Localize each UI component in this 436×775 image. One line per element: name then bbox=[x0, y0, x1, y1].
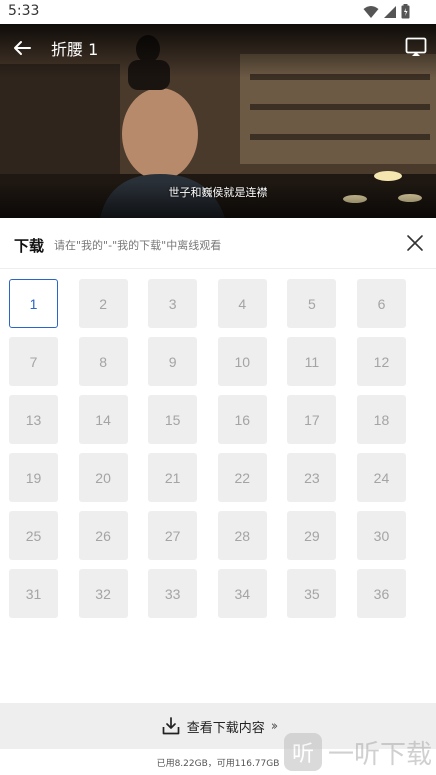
battery-icon bbox=[401, 4, 410, 19]
episode-button-21[interactable]: 21 bbox=[148, 453, 198, 502]
arrow-left-icon[interactable] bbox=[10, 36, 34, 60]
download-panel-title: 下载 bbox=[14, 237, 45, 255]
close-icon[interactable] bbox=[406, 234, 424, 252]
episode-button-1[interactable]: 1 bbox=[9, 279, 58, 328]
episode-button-8[interactable]: 8 bbox=[78, 337, 128, 386]
episode-button-28[interactable]: 28 bbox=[217, 511, 267, 560]
status-icons bbox=[363, 4, 410, 19]
video-player[interactable]: 折腰 1 世子和巍侯就是连襟 bbox=[0, 24, 436, 218]
video-subtitle: 世子和巍侯就是连襟 bbox=[168, 186, 268, 199]
cast-screen-icon[interactable] bbox=[404, 35, 428, 59]
watermark: 听 一听下载 bbox=[283, 733, 432, 771]
video-title: 折腰 1 bbox=[51, 40, 99, 59]
episode-button-29[interactable]: 29 bbox=[287, 511, 337, 560]
status-bar: 5:33 bbox=[0, 0, 436, 24]
download-panel-header: 下载 请在"我的"-"我的下载"中离线观看 bbox=[0, 218, 436, 269]
episode-button-27[interactable]: 27 bbox=[148, 511, 198, 560]
episode-button-9[interactable]: 9 bbox=[148, 337, 198, 386]
episode-button-33[interactable]: 33 bbox=[148, 569, 198, 618]
download-hint: 请在"我的"-"我的下载"中离线观看 bbox=[54, 239, 222, 252]
episode-button-17[interactable]: 17 bbox=[287, 395, 337, 444]
double-chevron-right-icon: ›› bbox=[270, 718, 279, 734]
download-icon bbox=[162, 717, 180, 735]
episode-button-32[interactable]: 32 bbox=[78, 569, 128, 618]
episode-button-30[interactable]: 30 bbox=[356, 511, 406, 560]
episode-button-20[interactable]: 20 bbox=[78, 453, 128, 502]
episode-button-24[interactable]: 24 bbox=[356, 453, 406, 502]
episode-button-26[interactable]: 26 bbox=[78, 511, 128, 560]
episode-button-34[interactable]: 34 bbox=[217, 569, 267, 618]
episode-button-6[interactable]: 6 bbox=[356, 279, 406, 328]
episode-button-3[interactable]: 3 bbox=[148, 279, 198, 328]
episode-button-11[interactable]: 11 bbox=[287, 337, 337, 386]
signal-icon bbox=[384, 5, 396, 18]
episode-button-2[interactable]: 2 bbox=[78, 279, 128, 328]
episode-button-15[interactable]: 15 bbox=[148, 395, 198, 444]
episode-button-13[interactable]: 13 bbox=[9, 395, 58, 444]
episode-button-19[interactable]: 19 bbox=[9, 453, 58, 502]
episode-button-14[interactable]: 14 bbox=[78, 395, 128, 444]
episode-button-12[interactable]: 12 bbox=[356, 337, 406, 386]
episode-button-36[interactable]: 36 bbox=[356, 569, 406, 618]
episode-button-16[interactable]: 16 bbox=[217, 395, 267, 444]
episode-button-23[interactable]: 23 bbox=[287, 453, 337, 502]
watermark-text: 一听下载 bbox=[327, 739, 432, 770]
episode-button-18[interactable]: 18 bbox=[356, 395, 406, 444]
episode-button-10[interactable]: 10 bbox=[217, 337, 267, 386]
episode-button-35[interactable]: 35 bbox=[287, 569, 337, 618]
status-time: 5:33 bbox=[8, 3, 40, 19]
episode-button-5[interactable]: 5 bbox=[287, 279, 337, 328]
episode-grid: 1 2 3 4 5 6 7 8 9 10 11 12 13 14 15 16 17 18 19 20 21 22 23 24 2… bbox=[9, 279, 429, 618]
episode-button-31[interactable]: 31 bbox=[9, 569, 58, 618]
episode-button-4[interactable]: 4 bbox=[217, 279, 267, 328]
episode-button-7[interactable]: 7 bbox=[9, 337, 58, 386]
watermark-logo: 听 bbox=[283, 733, 322, 771]
episode-button-25[interactable]: 25 bbox=[9, 511, 58, 560]
episode-button-22[interactable]: 22 bbox=[217, 453, 267, 502]
wifi-icon bbox=[363, 5, 379, 18]
view-downloads-label: 查看下载内容 bbox=[186, 720, 265, 736]
